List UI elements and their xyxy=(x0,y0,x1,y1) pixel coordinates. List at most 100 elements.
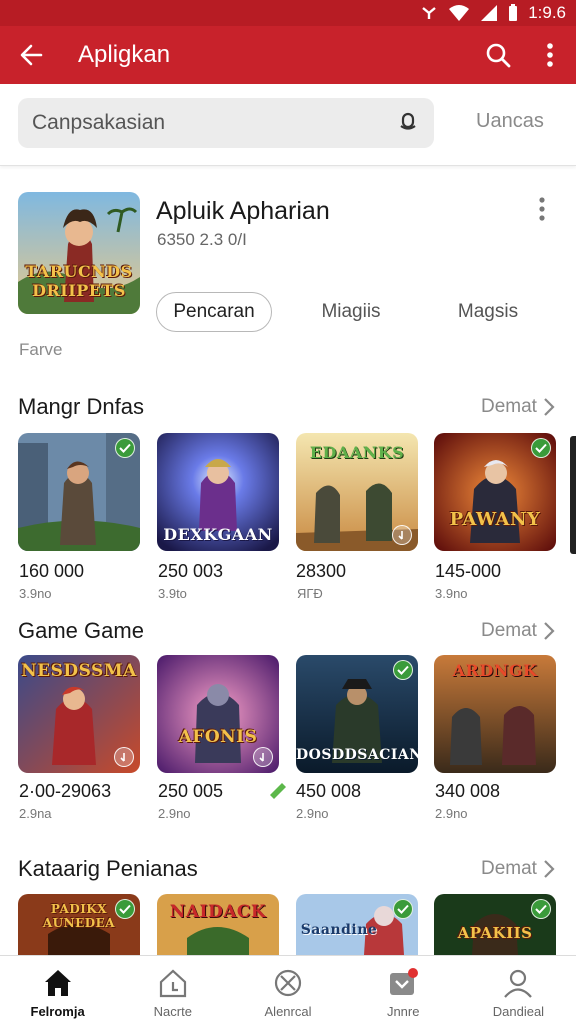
app-card-count: 28300 xyxy=(296,561,347,581)
play-icon xyxy=(114,747,134,767)
app-card-image[interactable]: ARDNGK xyxy=(434,655,556,773)
nav-item-felromja[interactable]: Felromja xyxy=(0,956,115,1024)
nav-item-nacrte[interactable]: Nacrte xyxy=(115,956,230,1024)
app-card-image[interactable]: NAIDACK xyxy=(157,894,279,955)
section-more-link[interactable]: Demat xyxy=(481,620,555,642)
app-card-subtext: 3.9to xyxy=(158,586,187,601)
verified-badge-icon xyxy=(393,899,413,919)
app-card-count: 250 003 xyxy=(158,561,224,581)
app-card-art-text: ARDNGK xyxy=(452,661,538,680)
app-card-image[interactable]: PAWANY xyxy=(434,433,556,551)
search-box xyxy=(18,98,434,148)
app-card-image[interactable]: PADIKX AUNEDEA xyxy=(18,894,140,955)
search-icon xyxy=(486,43,511,68)
app-card-art-text: NESDSSMA xyxy=(21,661,137,681)
app-card-art-text: PAWANY xyxy=(449,509,541,530)
app-card-image[interactable]: DOSDDSACIAN xyxy=(296,655,418,773)
app-card-image[interactable]: DEXKGAAN xyxy=(157,433,279,551)
verified-badge-icon xyxy=(531,899,551,919)
app-card-art-text: AFONIS xyxy=(178,727,258,747)
app-card-count: 250 005 xyxy=(158,781,224,801)
app-card-count: 160 000 xyxy=(19,561,85,581)
app-card-subtext: ЯГÐ xyxy=(297,586,323,601)
search-input[interactable] xyxy=(32,111,396,135)
signal-icon xyxy=(480,4,498,22)
voice-search-icon[interactable] xyxy=(396,109,420,138)
app-card-image[interactable]: AFONIS xyxy=(157,655,279,773)
app-card-count: 450 008 xyxy=(296,781,362,801)
app-card-subtext: 2.9no xyxy=(296,806,329,821)
nav-label: Dandieal xyxy=(492,1004,545,1019)
more-vertical-icon xyxy=(539,197,545,221)
app-card-image[interactable] xyxy=(18,433,140,551)
arrow-left-icon xyxy=(20,44,43,66)
app-card-count: 145-000 xyxy=(435,561,502,581)
section-more-label: Demat xyxy=(481,620,537,641)
app-card-subtext: 3.9no xyxy=(19,586,52,601)
app-card-subtext: 2.9no xyxy=(158,806,191,821)
battery-icon xyxy=(508,4,518,22)
status-bar: 1:9.6 xyxy=(0,0,576,26)
app-card-count: 340 008 xyxy=(435,781,501,801)
section-more-label: Demat xyxy=(481,396,537,417)
chip-magsis[interactable]: Magsis xyxy=(438,292,538,332)
app-card-art-text: NAIDACK xyxy=(169,902,267,922)
app-bar: Apligkan xyxy=(0,26,576,84)
verified-badge-icon xyxy=(115,899,135,919)
search-row: Uancas xyxy=(0,84,576,166)
nav-label: Nacrte xyxy=(153,1004,192,1019)
cancel-button[interactable]: Uancas xyxy=(476,110,544,133)
next-card-peek[interactable] xyxy=(570,436,576,554)
verified-badge-icon xyxy=(115,438,135,458)
app-card-subtext: 2.9no xyxy=(435,806,468,821)
app-card-image[interactable]: Saandine xyxy=(296,894,418,955)
chevron-right-icon xyxy=(544,860,555,878)
featured-more-button[interactable] xyxy=(538,196,546,227)
notification-icon xyxy=(420,4,438,22)
section-more-link[interactable]: Demat xyxy=(481,396,555,418)
search-button[interactable] xyxy=(472,26,524,84)
download-box-icon xyxy=(390,968,419,995)
play-icon xyxy=(392,525,412,545)
overflow-menu-button[interactable] xyxy=(524,26,576,84)
app-card-count: 2·00-29063 xyxy=(19,781,112,801)
circle-x-icon xyxy=(274,969,302,997)
app-card-image[interactable]: APAKIIS xyxy=(434,894,556,955)
app-card-art-text: DEXKGAAN xyxy=(163,525,273,544)
featured-app-title: Apluik Apharian xyxy=(156,197,330,225)
nav-item-alenrcal[interactable]: Alenrcal xyxy=(230,956,345,1024)
status-time: 1:9.6 xyxy=(528,3,566,22)
house-outline-icon xyxy=(159,969,186,998)
chip-miagiis[interactable]: Miagiis xyxy=(300,292,402,332)
app-card-art-text: EDAANKS xyxy=(309,443,405,462)
featured-app-subtitle: 6350 2.3 0/I xyxy=(157,230,247,249)
nav-label: Alenrcal xyxy=(264,1004,312,1019)
app-card-subtext: 3.9no xyxy=(435,586,468,601)
nav-item-dandieal[interactable]: Dandieal xyxy=(461,956,576,1024)
chevron-right-icon xyxy=(544,398,555,416)
section-more-link[interactable]: Demat xyxy=(481,858,555,880)
verified-badge-icon xyxy=(531,438,551,458)
nav-label: Felromja xyxy=(30,1004,85,1019)
featured-app-image: TARUCNDS DRIIPETS xyxy=(18,192,140,314)
app-card-image[interactable]: EDAANKS xyxy=(296,433,418,551)
featured-footer-label: Farve xyxy=(19,340,63,359)
home-icon xyxy=(44,970,71,996)
section-more-label: Demat xyxy=(481,858,537,879)
person-icon xyxy=(504,969,533,998)
app-card-image[interactable]: NESDSSMA xyxy=(18,655,140,773)
verified-badge-icon xyxy=(393,660,413,680)
back-button[interactable] xyxy=(0,26,64,84)
nav-item-jnnre[interactable]: Jnnre xyxy=(346,956,461,1024)
edit-tag-icon xyxy=(267,781,289,806)
nav-label: Jnnre xyxy=(386,1004,420,1019)
wifi-icon xyxy=(448,4,470,22)
app-card-art-text: Saandine xyxy=(300,922,378,938)
play-icon xyxy=(253,747,273,767)
section-title: Mangr Dnfas xyxy=(18,394,144,419)
bottom-navigation: Felromja Nacrte Alenrcal Jnnre Dandieal xyxy=(0,955,576,1024)
section-title: Kataarig Penianas xyxy=(18,856,198,881)
page-title: Apligkan xyxy=(78,41,171,68)
chip-pencaran[interactable]: Pencaran xyxy=(156,292,272,332)
app-card-art-text: APAKIIS xyxy=(457,924,533,942)
